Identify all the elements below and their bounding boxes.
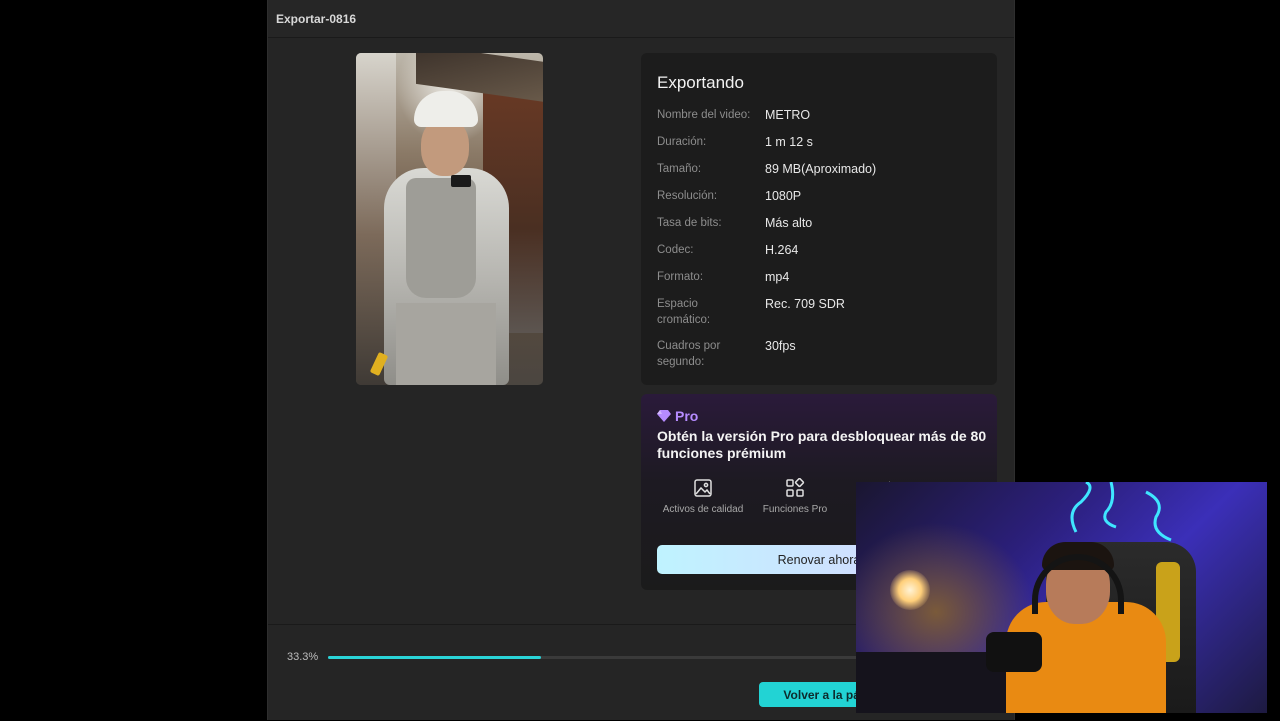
info-label: Resolución:	[657, 190, 718, 202]
info-label: Cuadros por segundo:	[657, 340, 721, 368]
progress-fill	[328, 656, 542, 659]
pro-tag-label: Pro	[675, 408, 699, 424]
grid-icon	[786, 478, 805, 497]
info-value: mp4	[765, 270, 790, 284]
feature-pro-functions[interactable]: Funciones Pro	[749, 478, 841, 516]
info-row: Espacio cromático: Rec. 709 SDR	[657, 296, 981, 328]
image-icon	[694, 479, 712, 497]
info-row: Duración: 1 m 12 s	[657, 134, 981, 151]
export-heading: Exportando	[657, 73, 744, 92]
info-value: 1080P	[765, 189, 802, 203]
info-row: Nombre del video: METRO	[657, 107, 981, 124]
info-value: 1 m 12 s	[765, 135, 813, 149]
webcam-overlay	[856, 482, 1267, 713]
info-value: Más alto	[765, 216, 813, 230]
info-row: Tasa de bits: Más alto	[657, 215, 981, 232]
pro-headline: Obtén la versión Pro para desbloquear má…	[657, 428, 987, 461]
neon-sign	[1070, 482, 1172, 542]
lamp-light	[890, 570, 930, 610]
microphone	[986, 632, 1042, 672]
info-value: METRO	[765, 108, 811, 122]
video-preview-thumbnail	[356, 53, 543, 385]
info-label: Duración:	[657, 136, 707, 148]
pro-tag: Pro	[657, 408, 981, 424]
info-label: Tamaño:	[657, 163, 702, 175]
info-row: Cuadros por segundo: 30fps	[657, 338, 981, 370]
info-row: Codec: H.264	[657, 242, 981, 259]
feature-label: Activos de calidad	[662, 504, 744, 515]
feature-label: Funciones Pro	[762, 504, 828, 515]
info-row: Resolución: 1080P	[657, 188, 981, 205]
diamond-icon	[657, 410, 671, 422]
info-label: Codec:	[657, 244, 694, 256]
info-label: Tasa de bits:	[657, 217, 722, 229]
info-value: 89 MB(Aproximado)	[765, 162, 877, 176]
feature-quality-assets[interactable]: Activos de calidad	[657, 478, 749, 516]
info-row: Tamaño: 89 MB(Aproximado)	[657, 161, 981, 178]
progress-percent: 33.3%	[287, 651, 319, 663]
info-label: Formato:	[657, 271, 704, 283]
info-label: Espacio cromático:	[657, 298, 711, 326]
info-value: H.264	[765, 243, 799, 257]
info-row: Formato: mp4	[657, 269, 981, 286]
window-title: Exportar-0816	[268, 0, 1014, 38]
info-label: Nombre del video:	[657, 109, 751, 121]
info-value: Rec. 709 SDR	[765, 297, 845, 311]
export-info-panel: Exportando Nombre del video: METRO Durac…	[641, 53, 997, 385]
info-value: 30fps	[765, 339, 796, 353]
